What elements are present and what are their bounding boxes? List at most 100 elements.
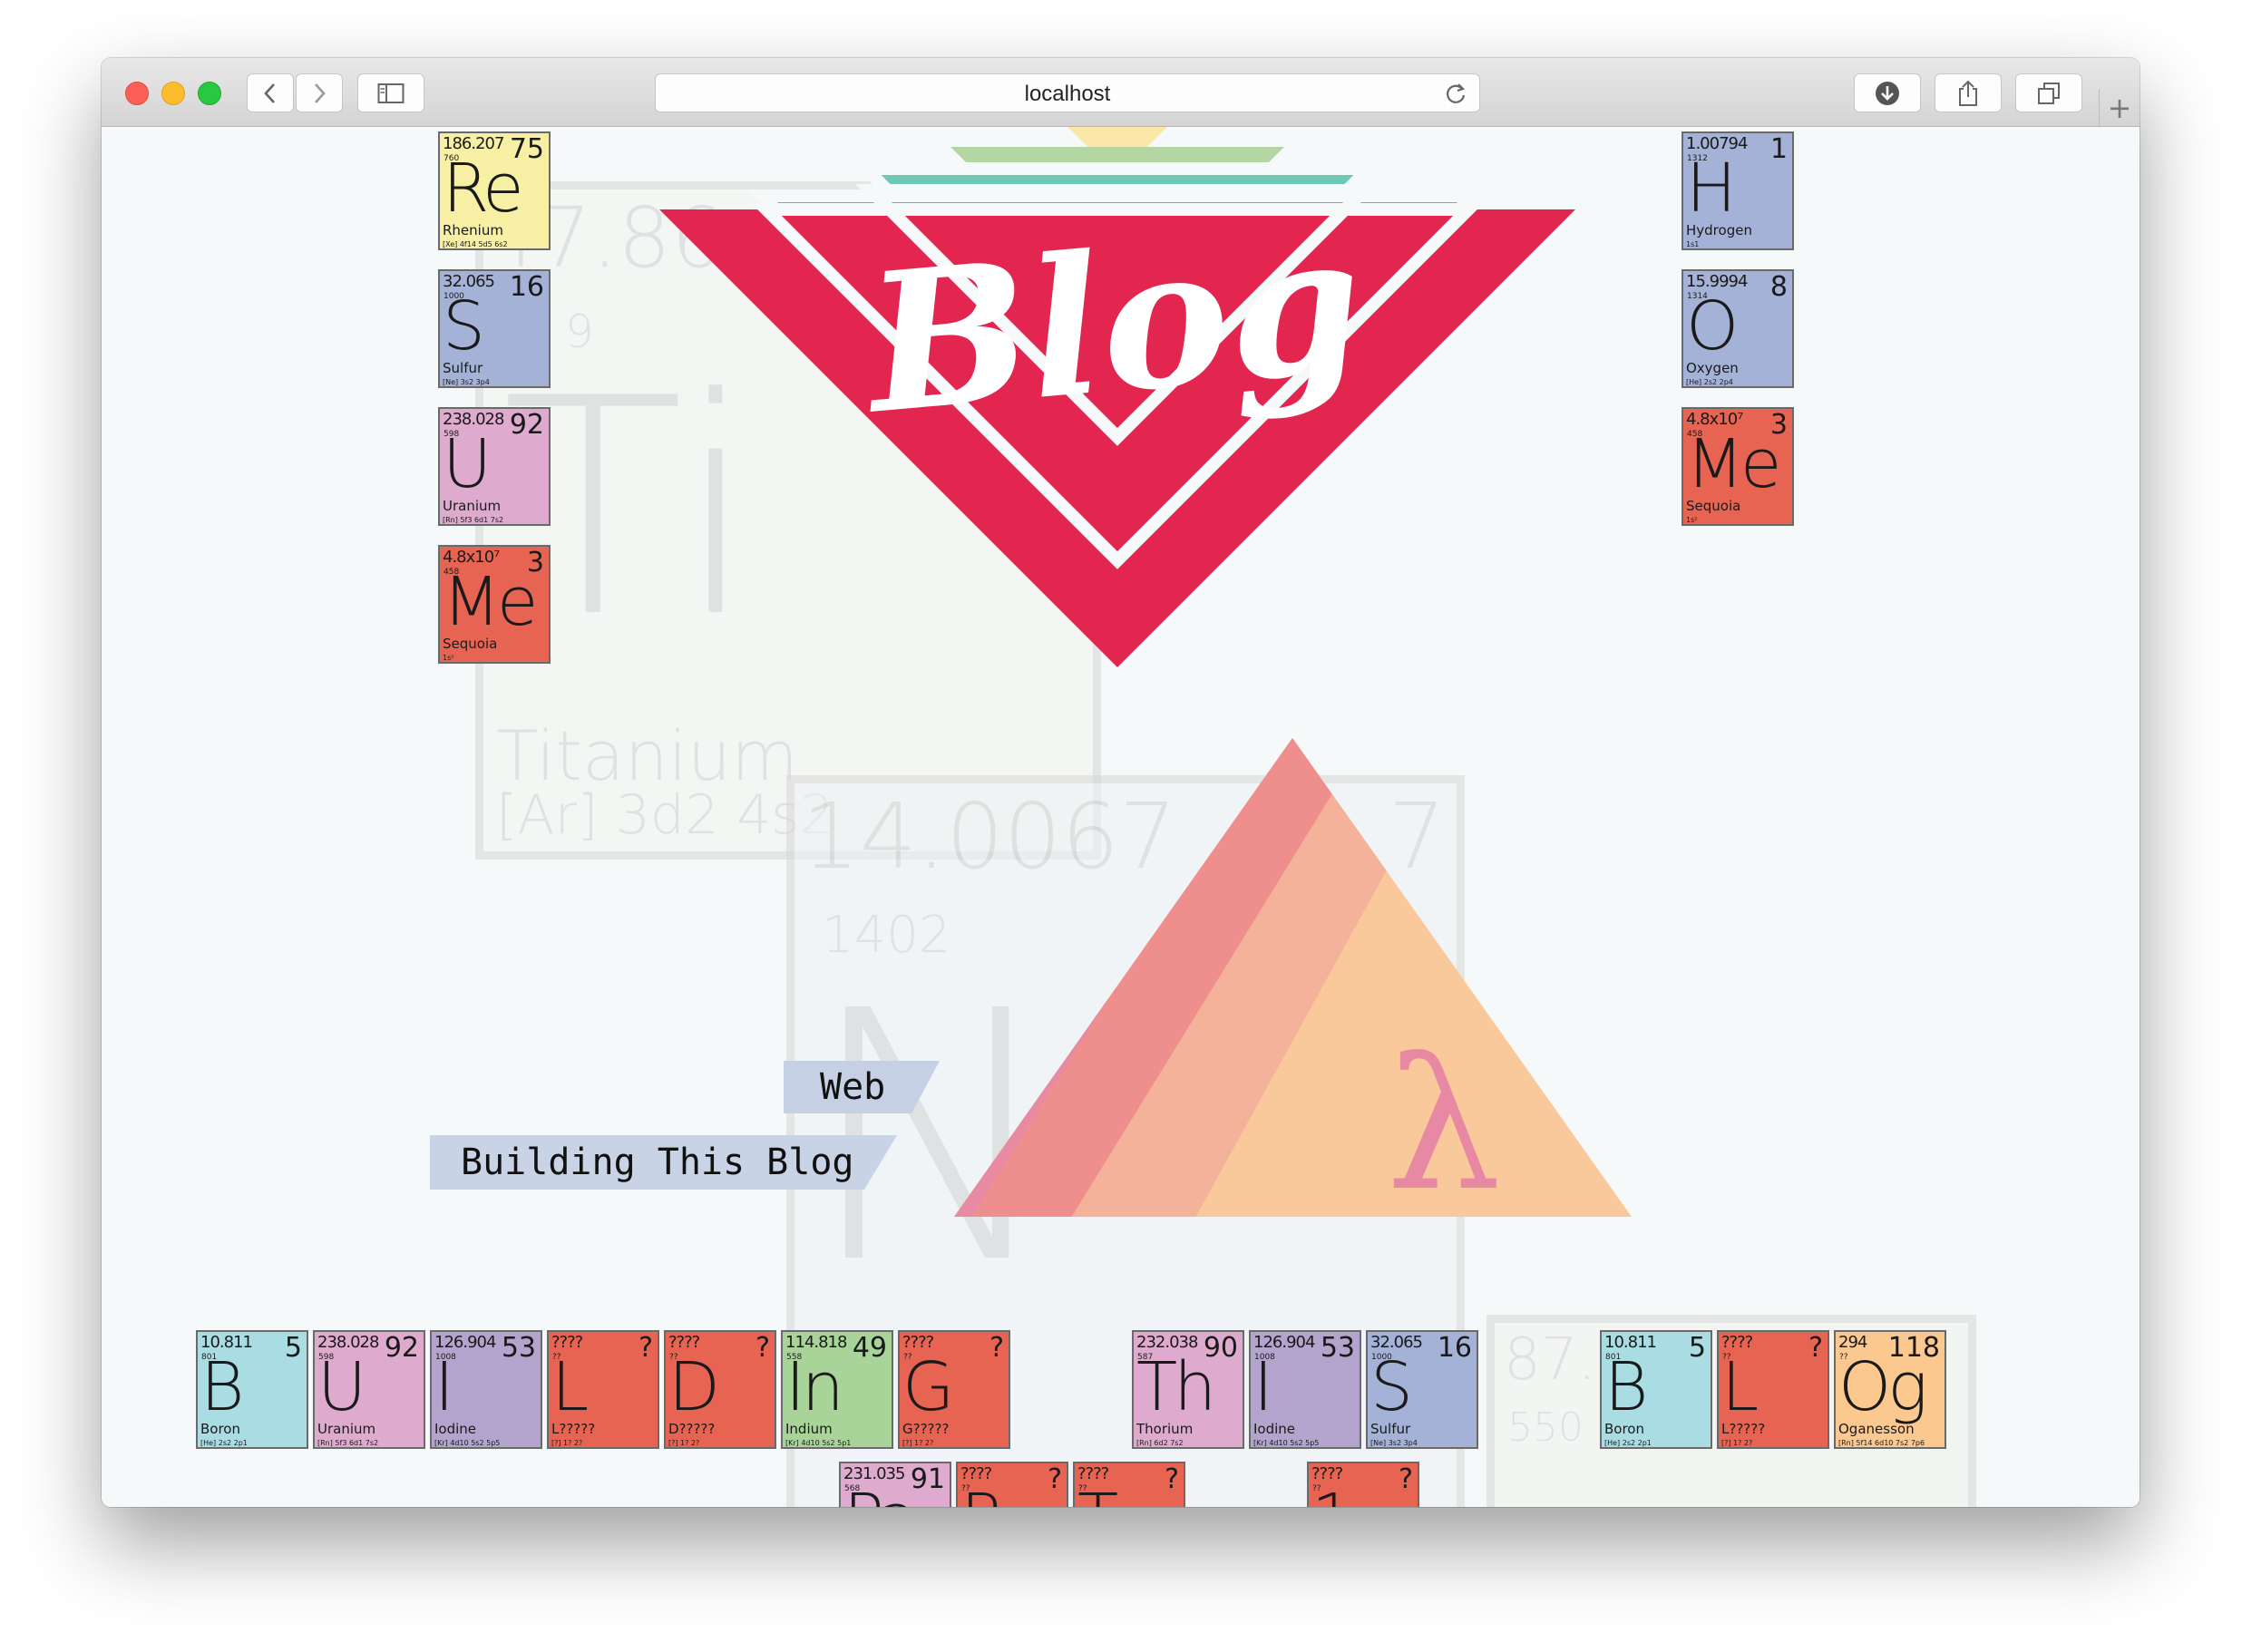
tile-num: 49	[852, 1332, 887, 1364]
element-tile-title-row2-3[interactable]: ???????11?????[?] 1? 2?	[1307, 1462, 1419, 1507]
post-title-label[interactable]: Building This Blog	[430, 1135, 897, 1190]
element-tile-title-row2-1[interactable]: ???????RR?????[?] 1? 2?	[956, 1462, 1068, 1507]
share-button[interactable]	[1935, 73, 2002, 112]
tile-num: 16	[509, 271, 544, 303]
tile-sym: Me	[443, 563, 538, 641]
tile-cfg: [Kr] 4d10 5s2 5p1	[785, 1439, 852, 1447]
element-tile-title-row1-12[interactable]: 294?? 118 Og Oganesson [Rn] 5f14 6d10 7s2 7p…	[1834, 1330, 1946, 1449]
tile-sym: H	[1686, 150, 1737, 228]
back-button[interactable]	[247, 73, 294, 112]
element-tile-left-column-1[interactable]: 32.065 1000 16 S Sulfur [Ne] 3s2 3p4	[438, 269, 551, 388]
element-tile-title-row2-2[interactable]: ???????TT?????[?] 1? 2?	[1073, 1462, 1185, 1507]
show-tabs-button[interactable]	[2015, 73, 2082, 112]
element-tile-left-column-3[interactable]: 4.8x10⁷ 458 3 Me Sequoia 1s²	[438, 545, 551, 664]
tile-cfg: [He] 2s2 2p4	[1686, 378, 1733, 386]
tile-num: ?	[989, 1332, 1004, 1364]
tile-cfg: [?] 1? 2?	[668, 1439, 700, 1447]
tile-cfg: [He] 2s2 2p1	[200, 1439, 248, 1447]
tile-sym: B	[1604, 1348, 1649, 1426]
tile-num: 1	[1769, 133, 1788, 165]
lambda-icon: λ	[1387, 1020, 1502, 1231]
new-tab-button[interactable]: +	[2099, 89, 2140, 127]
tile-cfg: [Kr] 4d10 5s2 5p5	[1253, 1439, 1320, 1447]
tile-name: Uranium	[443, 498, 502, 514]
tile-num: ?	[1399, 1463, 1413, 1495]
tile-cfg: 1s²	[443, 654, 454, 662]
element-tile-title-row1-3[interactable]: ??????? L L????? [?] 1? 2?	[547, 1330, 659, 1449]
tile-num: ?	[1165, 1463, 1179, 1495]
reload-icon[interactable]	[1443, 81, 1468, 106]
tile-sym: Re	[443, 150, 524, 228]
element-tile-title-row1-10[interactable]: 10.811 801 5 B Boron [He] 2s2 2p1	[1600, 1330, 1712, 1449]
close-window-button[interactable]	[125, 82, 149, 105]
tile-sym: 1	[1311, 1480, 1354, 1507]
tile-num: 53	[501, 1332, 536, 1364]
tile-sym: T	[1077, 1480, 1118, 1507]
zoom-window-button[interactable]	[198, 82, 221, 105]
tile-sym: Th	[1136, 1348, 1216, 1426]
element-tile-title-row1-0[interactable]: 10.811 801 5 B Boron [He] 2s2 2p1	[196, 1330, 308, 1449]
tile-sym: U	[443, 425, 492, 503]
tile-cfg: [Rn] 5f3 6d1 7s2	[317, 1439, 379, 1447]
tile-cfg: [Rn] 6d2 7s2	[1136, 1439, 1184, 1447]
element-tile-title-row1-8[interactable]: 126.904 1008 53 I Iodine [Kr] 4d10 5s2 5p5	[1249, 1330, 1361, 1449]
forward-button[interactable]	[296, 73, 343, 112]
tile-cfg: 1s²	[1686, 516, 1698, 524]
element-tile-right-column-2[interactable]: 4.8x10⁷ 458 3 Me Sequoia 1s²	[1682, 407, 1794, 526]
element-tile-left-column-0[interactable]: 186.207 760 75 Re Rhenium [Xe] 4f14 5d5 6s2	[438, 131, 551, 250]
tile-name: Sulfur	[1370, 1421, 1411, 1437]
element-tile-title-row1-5[interactable]: 114.818 558 49 In Indium [Kr] 4d10 5s2 5p1	[781, 1330, 893, 1449]
element-tile-title-row1-11[interactable]: ??????? L L????? [?] 1? 2?	[1717, 1330, 1829, 1449]
tile-cfg: [?] 1? 2?	[551, 1439, 583, 1447]
tile-cfg: [He] 2s2 2p1	[1604, 1439, 1652, 1447]
tile-name: Sequoia	[443, 636, 498, 652]
element-tile-title-row1-4[interactable]: ??????? D D????? [?] 1? 2?	[664, 1330, 776, 1449]
element-tile-title-row2-0[interactable]: 231.03556891PaProtactinium[Rn] 5f2 6d1 7…	[839, 1462, 951, 1507]
tile-cfg: [Kr] 4d10 5s2 5p5	[434, 1439, 501, 1447]
element-tile-title-row1-7[interactable]: 232.038 587 90 Th Thorium [Rn] 6d2 7s2	[1132, 1330, 1244, 1449]
tile-num: 5	[1688, 1332, 1706, 1364]
tile-sym: Og	[1838, 1348, 1928, 1426]
sidebar-button[interactable]	[357, 73, 424, 112]
tile-name: Sequoia	[1686, 498, 1741, 514]
tile-name: Hydrogen	[1686, 222, 1752, 238]
tile-sym: S	[1370, 1348, 1413, 1426]
tile-sym: I	[1253, 1348, 1273, 1426]
tile-name: Indium	[785, 1421, 833, 1437]
tile-num: ?	[755, 1332, 770, 1364]
tile-sym: D	[668, 1348, 720, 1426]
tile-name: Rhenium	[443, 222, 503, 238]
address-bar[interactable]: localhost	[655, 73, 1480, 112]
element-tile-right-column-1[interactable]: 15.9994 1314 8 O Oxygen [He] 2s2 2p4	[1682, 269, 1794, 388]
element-tile-title-row1-2[interactable]: 126.904 1008 53 I Iodine [Kr] 4d10 5s2 5p5	[430, 1330, 542, 1449]
tile-sym: U	[317, 1348, 366, 1426]
tile-name: Sulfur	[443, 360, 483, 376]
tile-name: Thorium	[1136, 1421, 1194, 1437]
tile-name: Boron	[1604, 1421, 1644, 1437]
tile-cfg: [Xe] 4f14 5d5 6s2	[443, 240, 508, 248]
downloads-button[interactable]	[1854, 73, 1921, 112]
tile-num: ?	[1048, 1463, 1062, 1495]
element-tile-title-row1-6[interactable]: ??????? G G????? [?] 1? 2?	[898, 1330, 1010, 1449]
tile-name: Uranium	[317, 1421, 376, 1437]
tile-num: ?	[1808, 1332, 1823, 1364]
tile-name: Iodine	[434, 1421, 477, 1437]
tile-cfg: [?] 1? 2?	[902, 1439, 934, 1447]
tile-sym: G	[902, 1348, 954, 1426]
tile-cfg: [Rn] 5f14 6d10 7s2 7p6	[1838, 1439, 1925, 1447]
tile-sym: Pa	[843, 1480, 919, 1507]
element-tile-right-column-0[interactable]: 1.00794 1312 1 H Hydrogen 1s1	[1682, 131, 1794, 250]
tile-name: Iodine	[1253, 1421, 1296, 1437]
tile-sym: R	[960, 1480, 1007, 1507]
tile-sym: B	[200, 1348, 245, 1426]
tile-name: Oxygen	[1686, 360, 1739, 376]
tile-name: Oganesson	[1838, 1421, 1915, 1437]
element-tile-title-row1-9[interactable]: 32.065 1000 16 S Sulfur [Ne] 3s2 3p4	[1366, 1330, 1478, 1449]
tile-cfg: [?] 1? 2?	[1721, 1439, 1753, 1447]
minimize-window-button[interactable]	[161, 82, 185, 105]
element-tile-left-column-2[interactable]: 238.028 598 92 U Uranium [Rn] 5f3 6d1 7s2	[438, 407, 551, 526]
tile-sym: L	[551, 1348, 589, 1426]
tile-sym: In	[785, 1348, 844, 1426]
tile-name: D?????	[668, 1421, 716, 1437]
element-tile-title-row1-1[interactable]: 238.028 598 92 U Uranium [Rn] 5f3 6d1 7s2	[313, 1330, 425, 1449]
